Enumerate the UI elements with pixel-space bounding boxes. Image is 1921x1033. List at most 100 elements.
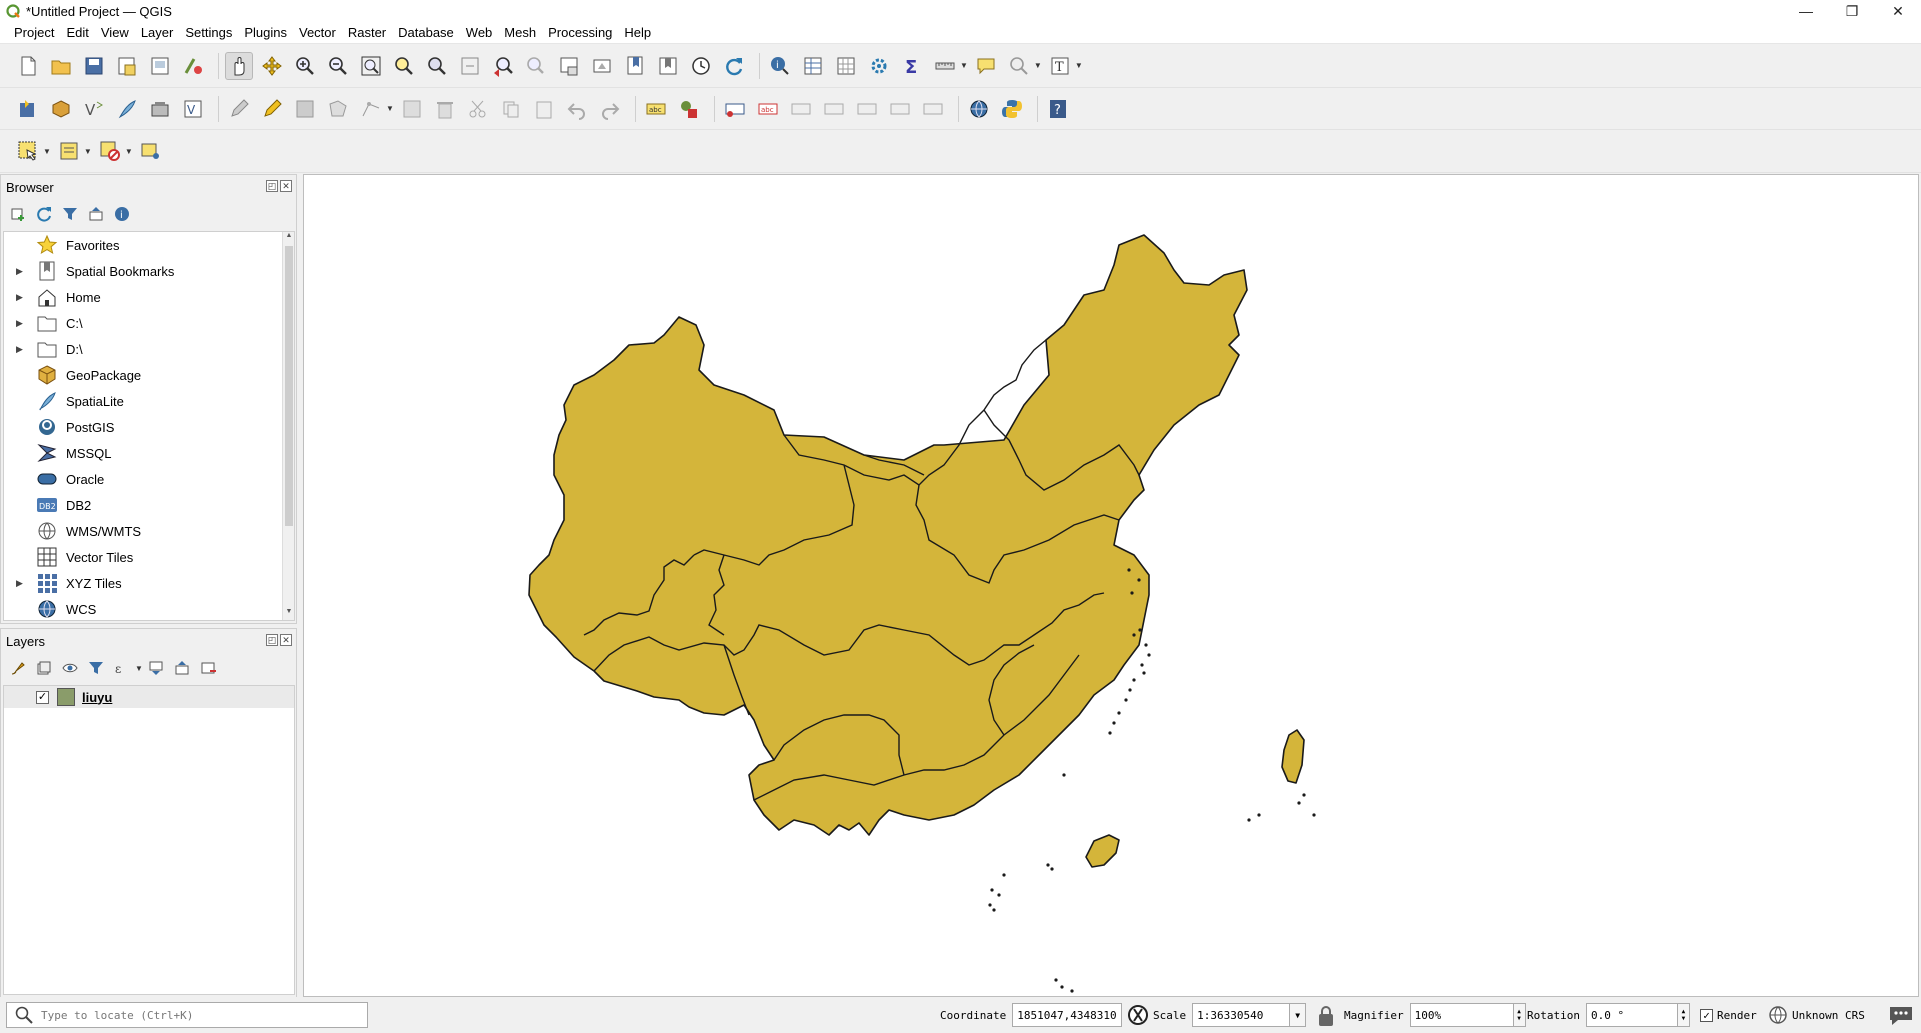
new-geopackage-button[interactable] [47, 95, 75, 123]
chevron-down-icon[interactable]: ▼ [386, 104, 394, 113]
expand-all-button[interactable] [147, 659, 165, 677]
lock-icon[interactable] [1316, 1005, 1336, 1027]
new-3d-view-button[interactable] [588, 52, 616, 80]
move-label-button[interactable] [787, 95, 815, 123]
undo-button[interactable] [563, 95, 591, 123]
magnifier-field[interactable]: 100% [1409, 1003, 1514, 1027]
measure-button[interactable] [931, 52, 959, 80]
identify-button[interactable]: i [766, 52, 794, 80]
delete-selected-button[interactable] [431, 95, 459, 123]
add-vector-layer-button[interactable]: V [80, 95, 108, 123]
messages-icon[interactable] [1888, 1003, 1914, 1027]
zoom-layer-button[interactable] [423, 52, 451, 80]
pan-map-button[interactable] [225, 51, 253, 80]
attribute-table-button[interactable] [799, 52, 827, 80]
style-manager-button[interactable] [179, 52, 207, 80]
spin-down-icon[interactable]: ▼ [1682, 1015, 1686, 1022]
data-source-manager-button[interactable] [14, 95, 42, 123]
menu-raster[interactable]: Raster [342, 25, 392, 40]
browser-scrollbar[interactable]: ▲ ▼ [282, 232, 294, 620]
layer-styling-button[interactable] [9, 659, 27, 677]
close-panel-button[interactable]: ✕ [280, 180, 292, 192]
spin-down-icon[interactable]: ▼ [1517, 1015, 1521, 1022]
toggle-editing-button[interactable] [258, 95, 286, 123]
expand-arrow-icon[interactable]: ▶ [16, 578, 23, 589]
layer-row[interactable]: ✓ liuyu [4, 686, 294, 708]
plugin-globe-button[interactable] [965, 95, 993, 123]
browser-item[interactable]: ▶ XYZ Tiles [4, 570, 294, 596]
chevron-down-icon[interactable]: ▼ [960, 61, 968, 70]
close-button[interactable]: ✕ [1875, 0, 1921, 22]
close-panel-button[interactable]: ✕ [280, 634, 292, 646]
layer-visibility-checkbox[interactable]: ✓ [36, 690, 49, 704]
menu-layer[interactable]: Layer [135, 25, 180, 40]
browser-item[interactable]: Oracle [4, 466, 294, 492]
add-selected-layers-button[interactable] [9, 205, 27, 223]
add-virtual-layer-button[interactable] [146, 95, 174, 123]
chevron-down-icon[interactable]: ▼ [1290, 1003, 1307, 1027]
refresh-browser-button[interactable] [35, 205, 53, 223]
modify-attributes-button[interactable] [398, 95, 426, 123]
rotate-label-button[interactable] [820, 95, 848, 123]
menu-processing[interactable]: Processing [542, 25, 618, 40]
statistics-button[interactable]: Σ [898, 52, 926, 80]
minimize-button[interactable]: — [1783, 0, 1829, 22]
layer-name[interactable]: liuyu [82, 690, 112, 705]
map-canvas[interactable] [303, 174, 1919, 997]
temporal-controller-button[interactable] [687, 52, 715, 80]
zoom-next-button[interactable] [522, 52, 550, 80]
render-checkbox[interactable]: ✓ [1700, 1008, 1713, 1022]
manage-map-themes-button[interactable] [61, 659, 79, 677]
browser-item[interactable]: PostGIS [4, 414, 294, 440]
current-edits-button[interactable] [225, 95, 253, 123]
text-annotation-button[interactable]: T [1046, 52, 1074, 80]
collapse-all-layers-button[interactable] [173, 659, 191, 677]
select-location-button[interactable] [137, 137, 165, 165]
menu-vector[interactable]: Vector [293, 25, 342, 40]
zoom-full-button[interactable] [357, 52, 385, 80]
filter-browser-button[interactable] [61, 205, 79, 223]
menu-settings[interactable]: Settings [179, 25, 238, 40]
magnifier-spinbox[interactable]: ▲ ▼ [1513, 1003, 1526, 1027]
add-spatialite-button[interactable] [113, 95, 141, 123]
expand-arrow-icon[interactable]: ▶ [16, 318, 23, 329]
save-project-button[interactable] [80, 52, 108, 80]
open-project-button[interactable] [47, 52, 75, 80]
paste-features-button[interactable] [530, 95, 558, 123]
maximize-button[interactable]: ❐ [1829, 0, 1875, 22]
browser-item[interactable]: DB2 DB2 [4, 492, 294, 518]
locator-search-button[interactable] [1005, 52, 1033, 80]
expand-arrow-icon[interactable]: ▶ [16, 344, 23, 355]
menu-web[interactable]: Web [460, 25, 499, 40]
pin-labels-button[interactable] [721, 95, 749, 123]
scale-combobox[interactable]: 1:36330540 [1192, 1003, 1291, 1027]
select-features-button[interactable] [14, 137, 42, 165]
zoom-last-button[interactable] [489, 52, 517, 80]
print-layout-button[interactable] [146, 52, 174, 80]
scroll-down-arrow-icon[interactable]: ▼ [283, 608, 295, 620]
browser-item[interactable]: MSSQL [4, 440, 294, 466]
python-console-button[interactable] [998, 95, 1026, 123]
menu-view[interactable]: View [95, 25, 135, 40]
browser-item[interactable]: Vector Tiles [4, 544, 294, 570]
new-map-view-button[interactable] [555, 52, 583, 80]
zoom-out-button[interactable] [324, 52, 352, 80]
float-panel-button[interactable]: ◰ [266, 180, 278, 192]
chevron-down-icon[interactable]: ▼ [84, 147, 92, 156]
browser-item[interactable]: Favorites [4, 232, 294, 258]
browser-item[interactable]: ▶ Home [4, 284, 294, 310]
add-wms-button[interactable]: V [179, 95, 207, 123]
zoom-native-button[interactable] [456, 52, 484, 80]
menu-edit[interactable]: Edit [60, 25, 94, 40]
processing-toolbox-button[interactable] [865, 52, 893, 80]
menu-plugins[interactable]: Plugins [238, 25, 293, 40]
remove-layer-button[interactable] [199, 659, 217, 677]
chevron-down-icon[interactable]: ▼ [1075, 61, 1083, 70]
properties-button[interactable]: i [113, 205, 131, 223]
new-project-button[interactable] [14, 52, 42, 80]
help-button[interactable]: ? [1044, 95, 1072, 123]
crs-label[interactable]: Unknown CRS [1792, 1009, 1865, 1022]
expand-arrow-icon[interactable]: ▶ [16, 266, 23, 277]
spin-up-icon[interactable]: ▲ [1682, 1008, 1686, 1015]
zoom-selection-button[interactable] [390, 52, 418, 80]
